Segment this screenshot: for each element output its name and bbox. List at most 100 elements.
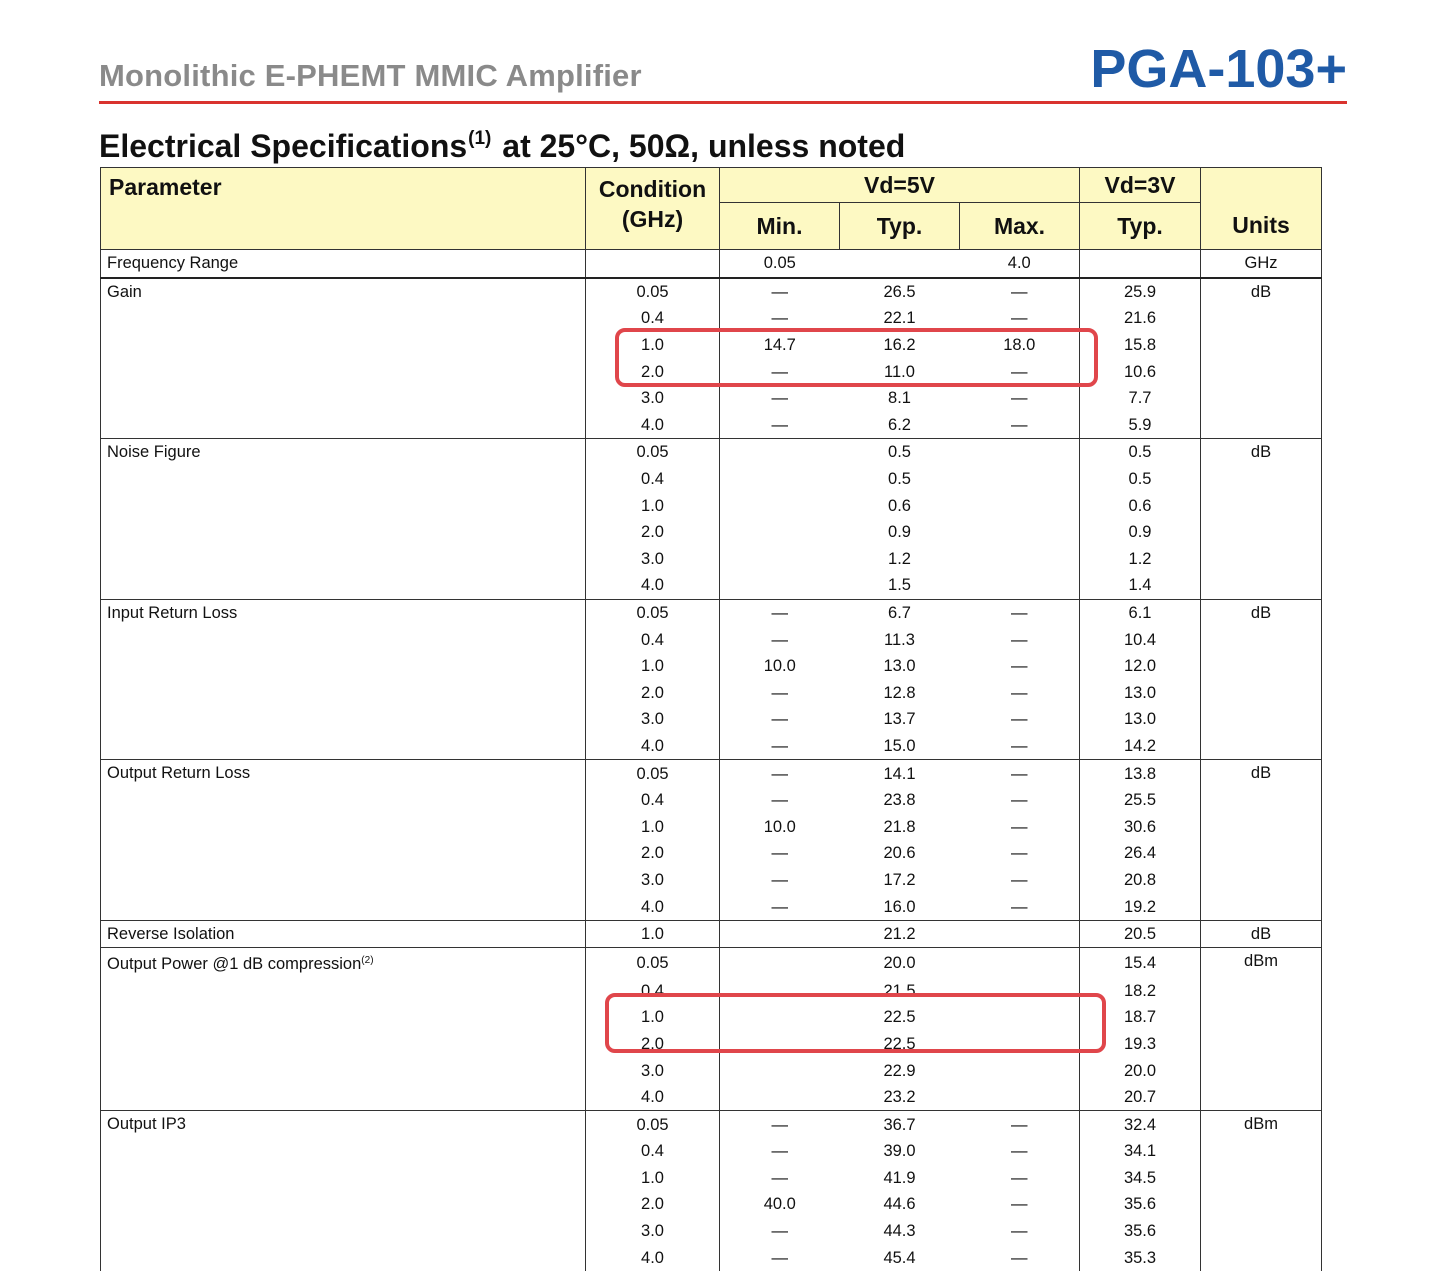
condition-cell: 2.0 [585,679,720,707]
units-cell: dB [1200,919,1323,948]
min-cell: 14.7 [719,331,840,359]
max-cell: — [959,706,1081,733]
section-title-footnote: (1) [468,128,492,149]
typ-3v-cell: 0.5 [1079,465,1202,493]
max-cell: — [959,598,1081,627]
parameter-name [100,518,586,546]
typ-3v-cell: 13.0 [1079,706,1202,733]
typ-5v-cell: 1.5 [888,576,911,595]
parameter-name [100,1164,586,1192]
condition-cell: 3.0 [585,1057,720,1084]
typ-5v-cell: 0.6 [888,496,911,515]
condition-cell: 0.4 [585,626,720,653]
typ-3v-cell: 13.8 [1079,759,1202,787]
parameter-name [100,1030,586,1058]
max-cell [959,1004,1081,1031]
parameter-name [100,732,586,760]
typ-3v-cell: 1.4 [1079,572,1202,600]
min-cell: — [719,866,840,894]
header-parameter: Parameter [100,167,586,250]
units-cell [1200,706,1323,733]
typ-5v-cell: 45.4 [883,1248,916,1267]
table-row: 0.4 0.5 0.5 [100,465,1323,493]
condition-cell [585,248,720,278]
header-typ-5v: Typ. [839,202,960,250]
parameter-name [100,679,586,707]
parameter-name: Frequency Range [100,248,586,278]
min-cell: — [719,786,840,814]
max-cell: — [959,679,1081,707]
max-cell [959,1030,1081,1058]
min-cell: — [719,358,840,385]
units-cell [1200,786,1323,814]
parameter-name: Output Power @1 dB compression(2) [100,947,586,978]
min-cell: — [719,598,840,627]
condition-cell: 1.0 [585,1164,720,1192]
condition-cell: 0.05 [585,438,720,466]
parameter-name [100,1217,586,1245]
typ-3v-cell: 19.3 [1079,1030,1202,1058]
typ-3v-cell: 14.2 [1079,732,1202,760]
typ-5v-cell: 11.3 [884,630,915,649]
units-cell [1200,545,1323,573]
units-cell [1200,1138,1323,1165]
units-cell [1200,358,1323,385]
parameter-name [100,893,586,921]
units-cell [1200,679,1323,707]
units-cell [1200,626,1323,653]
min-cell: — [719,840,840,867]
units-cell [1200,977,1323,1005]
typ-5v-cell: 16.0 [883,897,916,916]
typ-3v-cell: 34.5 [1079,1164,1202,1192]
max-cell [959,572,1081,600]
typ-5v-cell: 14.1 [839,759,960,787]
max-cell: 4.0 [959,248,1081,278]
typ-3v-cell [1079,248,1202,278]
typ-3v-cell: 19.2 [1079,893,1202,921]
min-cell [719,1083,840,1111]
typ-3v-cell: 34.1 [1079,1138,1202,1165]
condition-cell: 0.05 [585,947,720,978]
condition-cell: 4.0 [585,1244,720,1271]
parameter-name [100,786,586,814]
condition-cell: 0.05 [585,276,720,306]
typ-5v-cell: 16.2 [883,336,916,355]
electrical-specifications-table: Parameter Condition (GHz) Vd=5V Vd=3V Min… [100,167,1323,1271]
min-cell: — [719,679,840,707]
condition-cell: 1.0 [585,652,720,680]
max-cell [959,947,1081,978]
units-cell: dB [1200,759,1323,787]
condition-cell: 2.0 [585,1030,720,1058]
parameter-label: Input Return Loss [107,603,238,622]
parameter-name [100,626,586,653]
units-cell: dB [1200,438,1323,466]
header-max: Max. [958,202,1081,250]
max-cell: — [959,786,1081,814]
parameter-name [100,1138,586,1165]
max-cell: — [959,1164,1081,1192]
parameter-label: Gain [107,282,142,301]
parameter-label: Noise Figure [107,443,201,462]
units-cell: dB [1200,598,1323,627]
table-row: 0.4—22.1—21.6 [100,305,1323,332]
parameter-label: Output Return Loss [107,764,251,783]
table-row: Input Return Loss 0.05—6.7—6.1 dB [100,598,1323,627]
parameter-name [100,492,586,519]
typ-3v-cell: 20.8 [1079,866,1202,894]
table-row: Output Power @1 dB compression(2) 0.05 20.… [100,947,1323,978]
typ-3v-cell: 10.4 [1079,626,1202,653]
condition-cell: 4.0 [585,411,720,439]
table-row: 4.0—6.2—5.9 [100,411,1323,439]
max-cell: — [959,1244,1081,1271]
max-cell: — [959,276,1081,306]
max-cell: — [959,411,1081,439]
min-cell [719,919,840,948]
typ-5v-cell: 22.5 [883,1008,916,1027]
table-row: 4.0—45.4—35.3 [100,1244,1323,1271]
header-condition: Condition (GHz) [585,167,720,250]
typ-5v-cell: 13.0 [883,657,916,676]
typ-5v-cell: 36.7 [839,1110,960,1138]
parameter-name [100,1083,586,1111]
typ-3v-cell: 0.6 [1079,492,1202,519]
condition-cell: 2.0 [585,358,720,385]
